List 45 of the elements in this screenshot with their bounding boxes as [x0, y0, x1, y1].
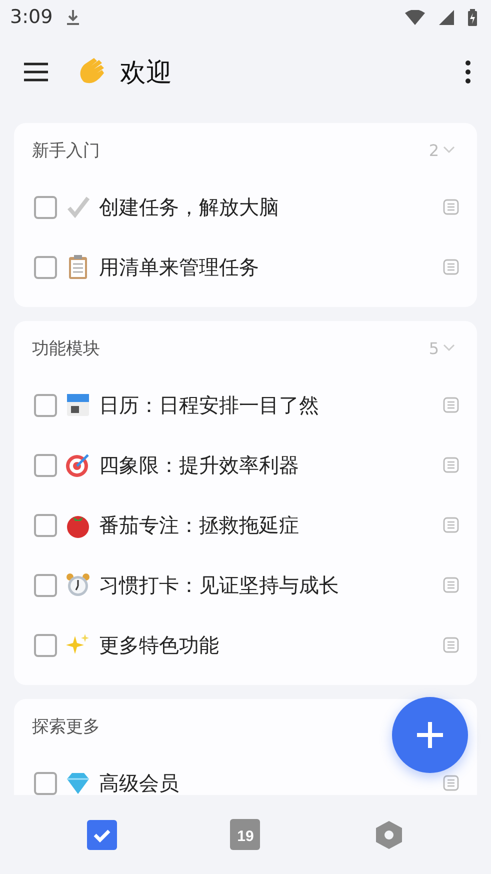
signal-icon — [439, 10, 454, 24]
task-checkbox[interactable] — [34, 574, 57, 596]
page-title: 欢迎 — [120, 56, 173, 90]
checkmark-icon — [65, 194, 91, 220]
task-checkbox[interactable] — [34, 634, 57, 656]
note-icon[interactable] — [443, 199, 459, 215]
section-title: 新手入门 — [32, 140, 100, 162]
chevron-down-icon[interactable] — [443, 344, 455, 352]
task-checkbox[interactable] — [34, 394, 57, 416]
task-checkbox[interactable] — [34, 454, 57, 476]
task-title[interactable]: 用清单来管理任务 — [99, 254, 443, 280]
section-count: 5 — [428, 338, 439, 358]
task-checkbox[interactable] — [34, 256, 57, 278]
note-icon[interactable] — [443, 517, 459, 533]
task-checkbox[interactable] — [34, 514, 57, 536]
note-icon[interactable] — [443, 397, 459, 413]
gem-icon — [65, 770, 91, 795]
wifi-icon — [405, 10, 425, 24]
battery-icon — [468, 8, 477, 26]
section-count: 2 — [428, 140, 439, 160]
target-icon — [65, 452, 91, 478]
status-time: 3:09 — [10, 6, 53, 28]
section-title: 探索更多 — [32, 716, 100, 738]
task-title[interactable]: 高级会员 — [99, 770, 443, 795]
task-checkbox[interactable] — [34, 196, 57, 218]
note-icon[interactable] — [443, 637, 459, 653]
chevron-down-icon[interactable] — [443, 146, 455, 154]
task-title[interactable]: 番茄专注：拯救拖延症 — [99, 512, 443, 538]
plus-icon — [415, 720, 445, 750]
task-title[interactable]: 习惯打卡：见证坚持与成长 — [99, 572, 443, 598]
note-icon[interactable] — [443, 577, 459, 593]
more-icon[interactable] — [465, 60, 471, 84]
download-icon — [66, 10, 79, 24]
task-title[interactable]: 四象限：提升效率利器 — [99, 452, 443, 478]
task-title[interactable]: 更多特色功能 — [99, 632, 443, 658]
menu-icon[interactable] — [24, 62, 48, 82]
note-icon[interactable] — [443, 775, 459, 791]
task-checkbox[interactable] — [34, 772, 57, 794]
task-title[interactable]: 日历：日程安排一目了然 — [99, 392, 443, 418]
note-icon[interactable] — [443, 457, 459, 473]
note-icon[interactable] — [443, 259, 459, 275]
alarm-clock-icon — [65, 572, 91, 598]
calendar-icon — [65, 392, 91, 418]
task-title[interactable]: 创建任务，解放大脑 — [99, 194, 443, 220]
section-title: 功能模块 — [32, 338, 100, 360]
